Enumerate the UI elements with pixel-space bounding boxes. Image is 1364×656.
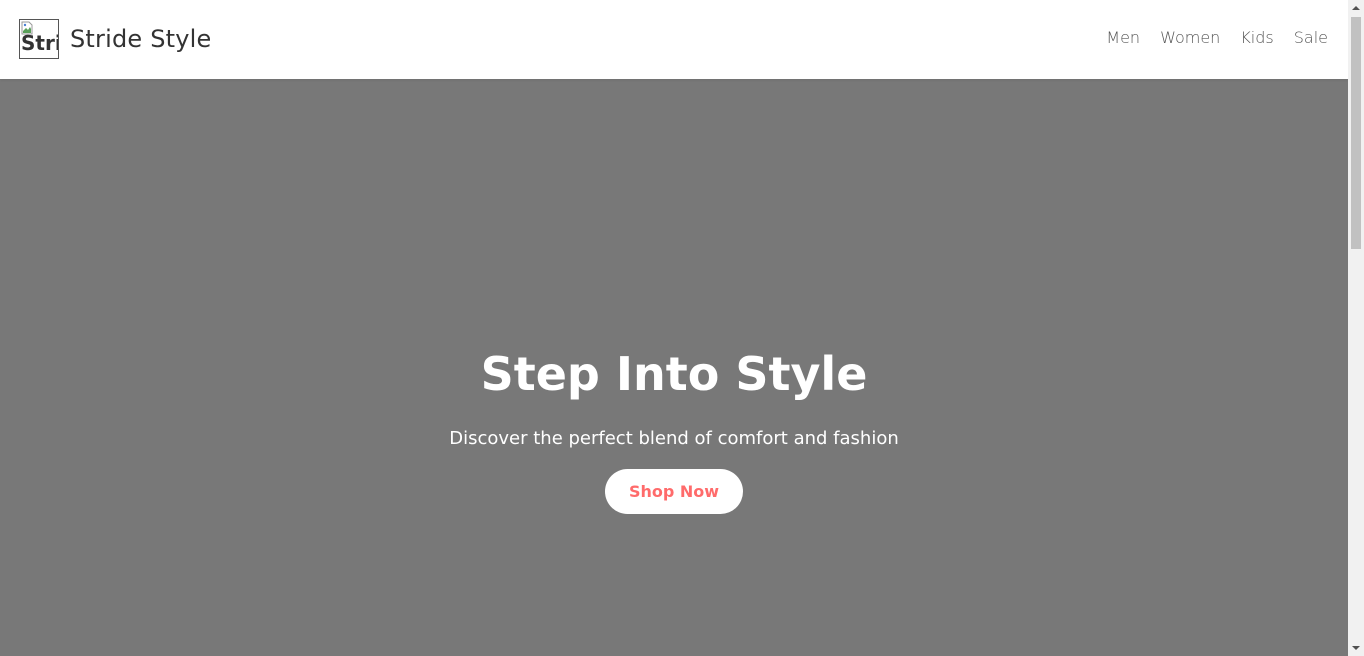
hero-section: Step Into Style Discover the perfect ble… (0, 79, 1348, 656)
chevron-up-icon[interactable] (1348, 0, 1364, 16)
nav-link-men[interactable]: Men (1106, 28, 1140, 47)
viewport: Stri Stride Style Men Women Kids Sale St… (0, 0, 1348, 656)
page: Stri Stride Style Men Women Kids Sale St… (0, 0, 1364, 656)
logo-image[interactable]: Stri (19, 19, 59, 59)
nav-link-women[interactable]: Women (1160, 28, 1220, 47)
logo-alt-text: Stri (21, 31, 59, 55)
hero-subtitle: Discover the perfect blend of comfort an… (449, 428, 899, 450)
nav-link-sale[interactable]: Sale (1294, 28, 1328, 47)
vertical-scrollbar[interactable] (1348, 0, 1364, 656)
brand[interactable]: Stri Stride Style (19, 19, 212, 59)
main-nav: Men Women Kids Sale (1106, 28, 1328, 47)
brand-name[interactable]: Stride Style (70, 25, 212, 53)
hero-content: Step Into Style Discover the perfect ble… (0, 347, 1348, 515)
scrollbar-thumb[interactable] (1351, 17, 1361, 249)
site-header: Stri Stride Style Men Women Kids Sale (0, 0, 1348, 79)
shop-now-button[interactable]: Shop Now (604, 469, 744, 515)
chevron-down-icon[interactable] (1348, 640, 1364, 656)
hero-title: Step Into Style (480, 347, 868, 401)
nav-link-kids[interactable]: Kids (1240, 28, 1273, 47)
